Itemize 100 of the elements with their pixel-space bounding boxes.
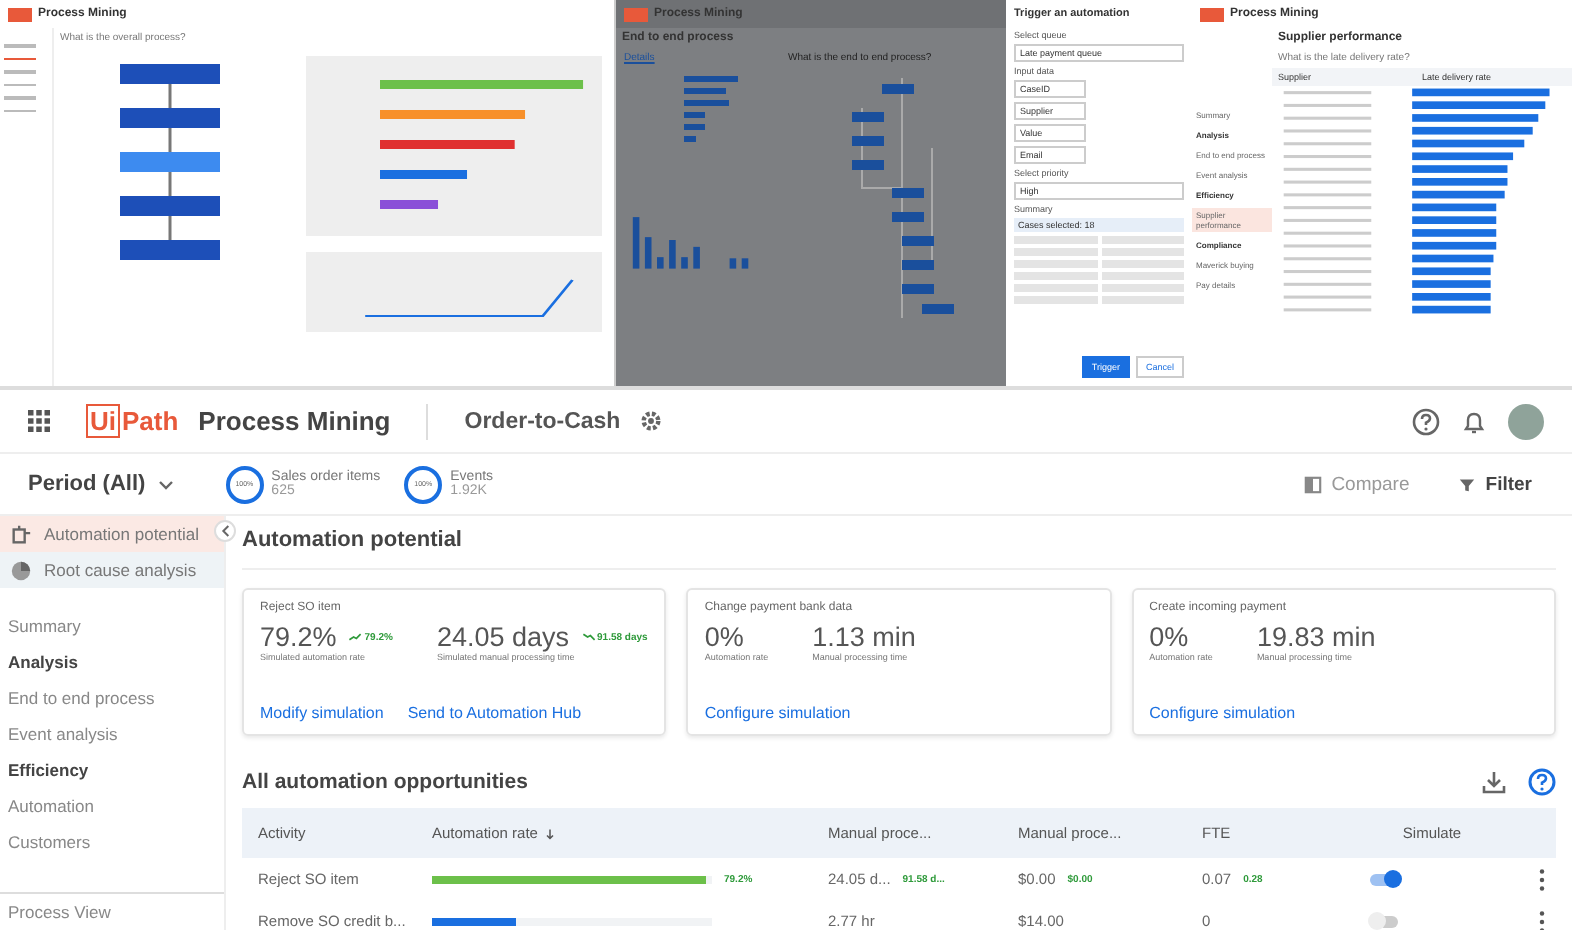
period-dropdown[interactable]: Period (All)	[28, 472, 202, 496]
supplier-label-line	[1283, 155, 1372, 159]
bar	[1412, 254, 1494, 263]
bar	[632, 217, 640, 269]
sidebar-item[interactable]: Event analysis	[0, 716, 224, 752]
metric-value: 79.2%	[260, 622, 337, 652]
sidebar-item[interactable]: End to end process	[0, 680, 224, 716]
sidebar-item[interactable]: Root cause analysis	[0, 552, 224, 588]
bar	[1412, 139, 1525, 148]
bar	[380, 200, 438, 209]
bar	[1412, 114, 1539, 122]
simulation-link[interactable]: Configure simulation	[1149, 704, 1296, 722]
trend-up-icon	[348, 632, 363, 642]
supplier-label-line	[1283, 142, 1372, 146]
bar	[684, 76, 738, 82]
simulate-toggle[interactable]	[1370, 915, 1398, 927]
section-heading: Efficiency	[6, 758, 91, 784]
bar	[1412, 305, 1491, 314]
bar	[684, 112, 705, 118]
bar	[684, 88, 726, 94]
bar	[644, 237, 652, 269]
bar	[1412, 178, 1508, 186]
bar	[693, 246, 700, 269]
bar	[1412, 241, 1497, 250]
bar	[1412, 216, 1497, 224]
sidebar-item[interactable]: Summary	[0, 608, 224, 644]
notification-bell-icon[interactable]	[1460, 407, 1488, 435]
bar	[684, 100, 729, 106]
supplier-label-line	[1283, 129, 1372, 133]
more-icon[interactable]	[1538, 909, 1546, 930]
sidebar-item[interactable]: Automation potential	[0, 516, 224, 552]
page-title: Automation potential	[242, 528, 1556, 570]
metric-value: 0%	[1149, 622, 1189, 652]
sidebar-item[interactable]: Customers	[0, 824, 224, 860]
caret-icon	[157, 479, 174, 489]
bar	[1412, 267, 1491, 276]
process-name: Order-to-Cash	[464, 409, 621, 433]
metric-value: 24.05 days	[436, 622, 570, 652]
bar	[1412, 101, 1546, 109]
bar	[684, 124, 705, 130]
supplier-label-line	[1283, 103, 1372, 107]
bar	[684, 136, 696, 142]
simulation-link[interactable]: Send to Automation Hub	[407, 704, 582, 722]
pie-chart-icon	[10, 559, 32, 581]
supplier-label-line	[1283, 308, 1372, 312]
logo-icon	[8, 7, 32, 21]
settings-icon[interactable]	[640, 410, 663, 432]
trend-down-icon	[581, 632, 596, 642]
bar	[729, 258, 737, 269]
bar	[380, 140, 515, 149]
bar	[741, 258, 749, 269]
simulation-link[interactable]: Modify simulation	[260, 704, 384, 722]
bar	[681, 257, 688, 269]
supplier-label-line	[1283, 218, 1372, 222]
metric-value: 1.13 min	[812, 622, 916, 652]
bar	[1412, 126, 1533, 135]
supplier-label-line	[1283, 116, 1372, 120]
bar	[1412, 229, 1497, 237]
product-name: Process Mining	[198, 406, 391, 436]
supplier-label-line	[1283, 206, 1372, 210]
bar	[1412, 152, 1514, 161]
filter-button[interactable]: Filter	[1445, 473, 1544, 495]
supplier-label-line	[1283, 231, 1372, 235]
chevron-left-icon	[220, 524, 230, 538]
compare-icon	[1303, 475, 1322, 493]
sidebar-item[interactable]: Process View	[0, 892, 224, 930]
bar	[1412, 190, 1505, 199]
help-icon[interactable]	[1528, 768, 1556, 796]
sort-arrow-icon	[543, 827, 556, 839]
user-avatar[interactable]	[1508, 403, 1544, 439]
supplier-label-line	[1283, 295, 1372, 299]
bar	[1412, 203, 1497, 212]
more-icon[interactable]	[1538, 867, 1546, 891]
supplier-label-line	[1283, 244, 1372, 248]
sidebar-item[interactable]: Automation	[0, 788, 224, 824]
metric-value: 19.83 min	[1256, 622, 1376, 652]
supplier-label-line	[1283, 167, 1372, 171]
supplier-label-line	[1283, 270, 1372, 274]
section-title: All automation opportunities	[242, 770, 528, 794]
filter-icon	[1457, 475, 1476, 493]
logo-icon	[1200, 7, 1224, 21]
apps-grid-icon[interactable]	[28, 410, 50, 432]
supplier-label-line	[1283, 180, 1372, 184]
bar	[669, 240, 676, 269]
section-heading: Analysis	[6, 650, 80, 676]
supplier-label-line	[1283, 257, 1372, 261]
simulate-toggle[interactable]	[1370, 873, 1398, 885]
simulation-link[interactable]: Configure simulation	[704, 704, 851, 722]
metric-value: 0%	[704, 622, 744, 652]
help-icon[interactable]	[1412, 407, 1440, 435]
bar	[380, 170, 467, 179]
bar	[1412, 165, 1508, 173]
logo: Ui Path	[86, 406, 179, 436]
supplier-label-line	[1283, 282, 1372, 286]
supplier-label-line	[1283, 91, 1372, 95]
bar	[1412, 280, 1491, 288]
bar	[1412, 88, 1550, 97]
download-icon[interactable]	[1480, 768, 1508, 796]
logo-icon	[624, 7, 648, 21]
collapse-button[interactable]	[214, 520, 236, 542]
